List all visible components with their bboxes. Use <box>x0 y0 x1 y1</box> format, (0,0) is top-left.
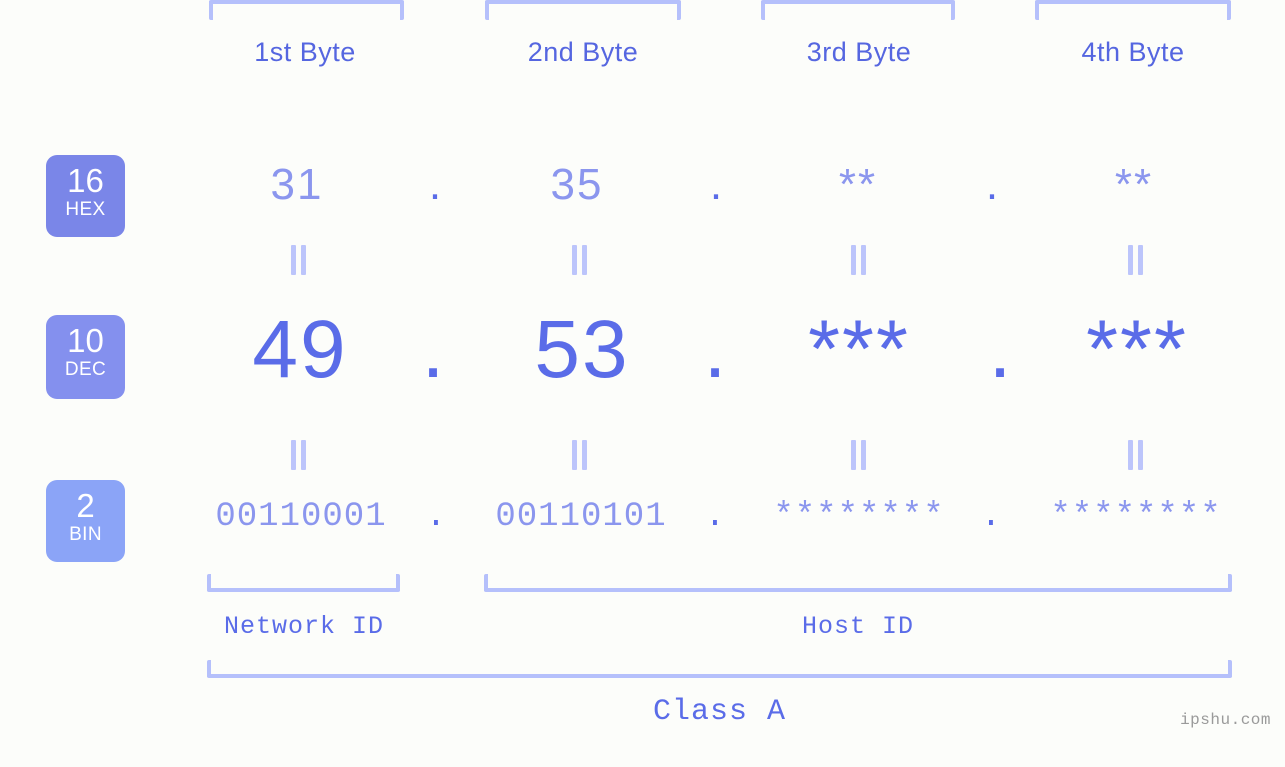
bracket-network-id <box>207 574 400 592</box>
radix-badge-hex: 16 HEX <box>46 155 125 237</box>
bin-byte-1: 00110001 <box>215 498 387 536</box>
ip-address-byte-diagram: 1st Byte 2nd Byte 3rd Byte 4th Byte 16 H… <box>0 0 1285 767</box>
class-label: Class A <box>652 695 787 729</box>
equals-mark-bin-byte-2 <box>568 440 590 470</box>
byte-header-4: 4th Byte <box>1081 37 1185 67</box>
radix-badge-bin: 2 BIN <box>46 480 125 562</box>
radix-badge-dec-number: 10 <box>67 322 104 359</box>
byte-header-2: 2nd Byte <box>527 37 639 67</box>
radix-badge-bin-number: 2 <box>76 487 95 524</box>
dec-byte-1: 49 <box>252 304 348 395</box>
hex-byte-3: ** <box>838 160 878 209</box>
equals-mark-bin-byte-3 <box>847 440 869 470</box>
bracket-byte-3 <box>761 0 955 20</box>
bin-byte-2: 00110101 <box>495 498 667 536</box>
bin-separator-2: . <box>704 498 726 536</box>
bracket-byte-2 <box>485 0 681 20</box>
dec-byte-3: *** <box>808 304 910 395</box>
bracket-host-id <box>484 574 1232 592</box>
bin-separator-3: . <box>980 498 1002 536</box>
equals-mark-byte-2 <box>568 245 590 275</box>
equals-mark-byte-1 <box>287 245 309 275</box>
network-id-label: Network ID <box>223 612 385 641</box>
hex-byte-1: 31 <box>270 160 324 209</box>
bin-byte-4: ******** <box>1050 498 1222 536</box>
bracket-class <box>207 660 1232 678</box>
bracket-byte-4 <box>1035 0 1231 20</box>
dec-byte-2: 53 <box>534 304 630 395</box>
byte-header-3: 3rd Byte <box>806 37 912 67</box>
dec-byte-4: *** <box>1086 304 1188 395</box>
dec-separator-1: . <box>421 304 445 395</box>
radix-badge-bin-name: BIN <box>69 524 102 545</box>
radix-badge-hex-name: HEX <box>65 199 106 220</box>
radix-badge-dec: 10 DEC <box>46 315 125 399</box>
site-watermark: ipshu.com <box>1180 711 1271 729</box>
dec-separator-2: . <box>703 304 727 395</box>
dec-separator-3: . <box>988 304 1012 395</box>
equals-mark-bin-byte-1 <box>287 440 309 470</box>
equals-mark-byte-4 <box>1124 245 1146 275</box>
equals-mark-byte-3 <box>847 245 869 275</box>
bracket-byte-1 <box>209 0 404 20</box>
host-id-label: Host ID <box>801 612 915 641</box>
radix-badge-dec-name: DEC <box>64 359 107 380</box>
hex-separator-2: . <box>709 160 723 209</box>
byte-header-1: 1st Byte <box>254 37 356 67</box>
hex-separator-1: . <box>428 160 442 209</box>
hex-byte-4: ** <box>1114 160 1154 209</box>
hex-separator-3: . <box>985 160 999 209</box>
bin-byte-3: ******** <box>773 498 945 536</box>
hex-byte-2: 35 <box>550 160 604 209</box>
radix-badge-hex-number: 16 <box>67 162 104 199</box>
equals-mark-bin-byte-4 <box>1124 440 1146 470</box>
bin-separator-1: . <box>425 498 447 536</box>
